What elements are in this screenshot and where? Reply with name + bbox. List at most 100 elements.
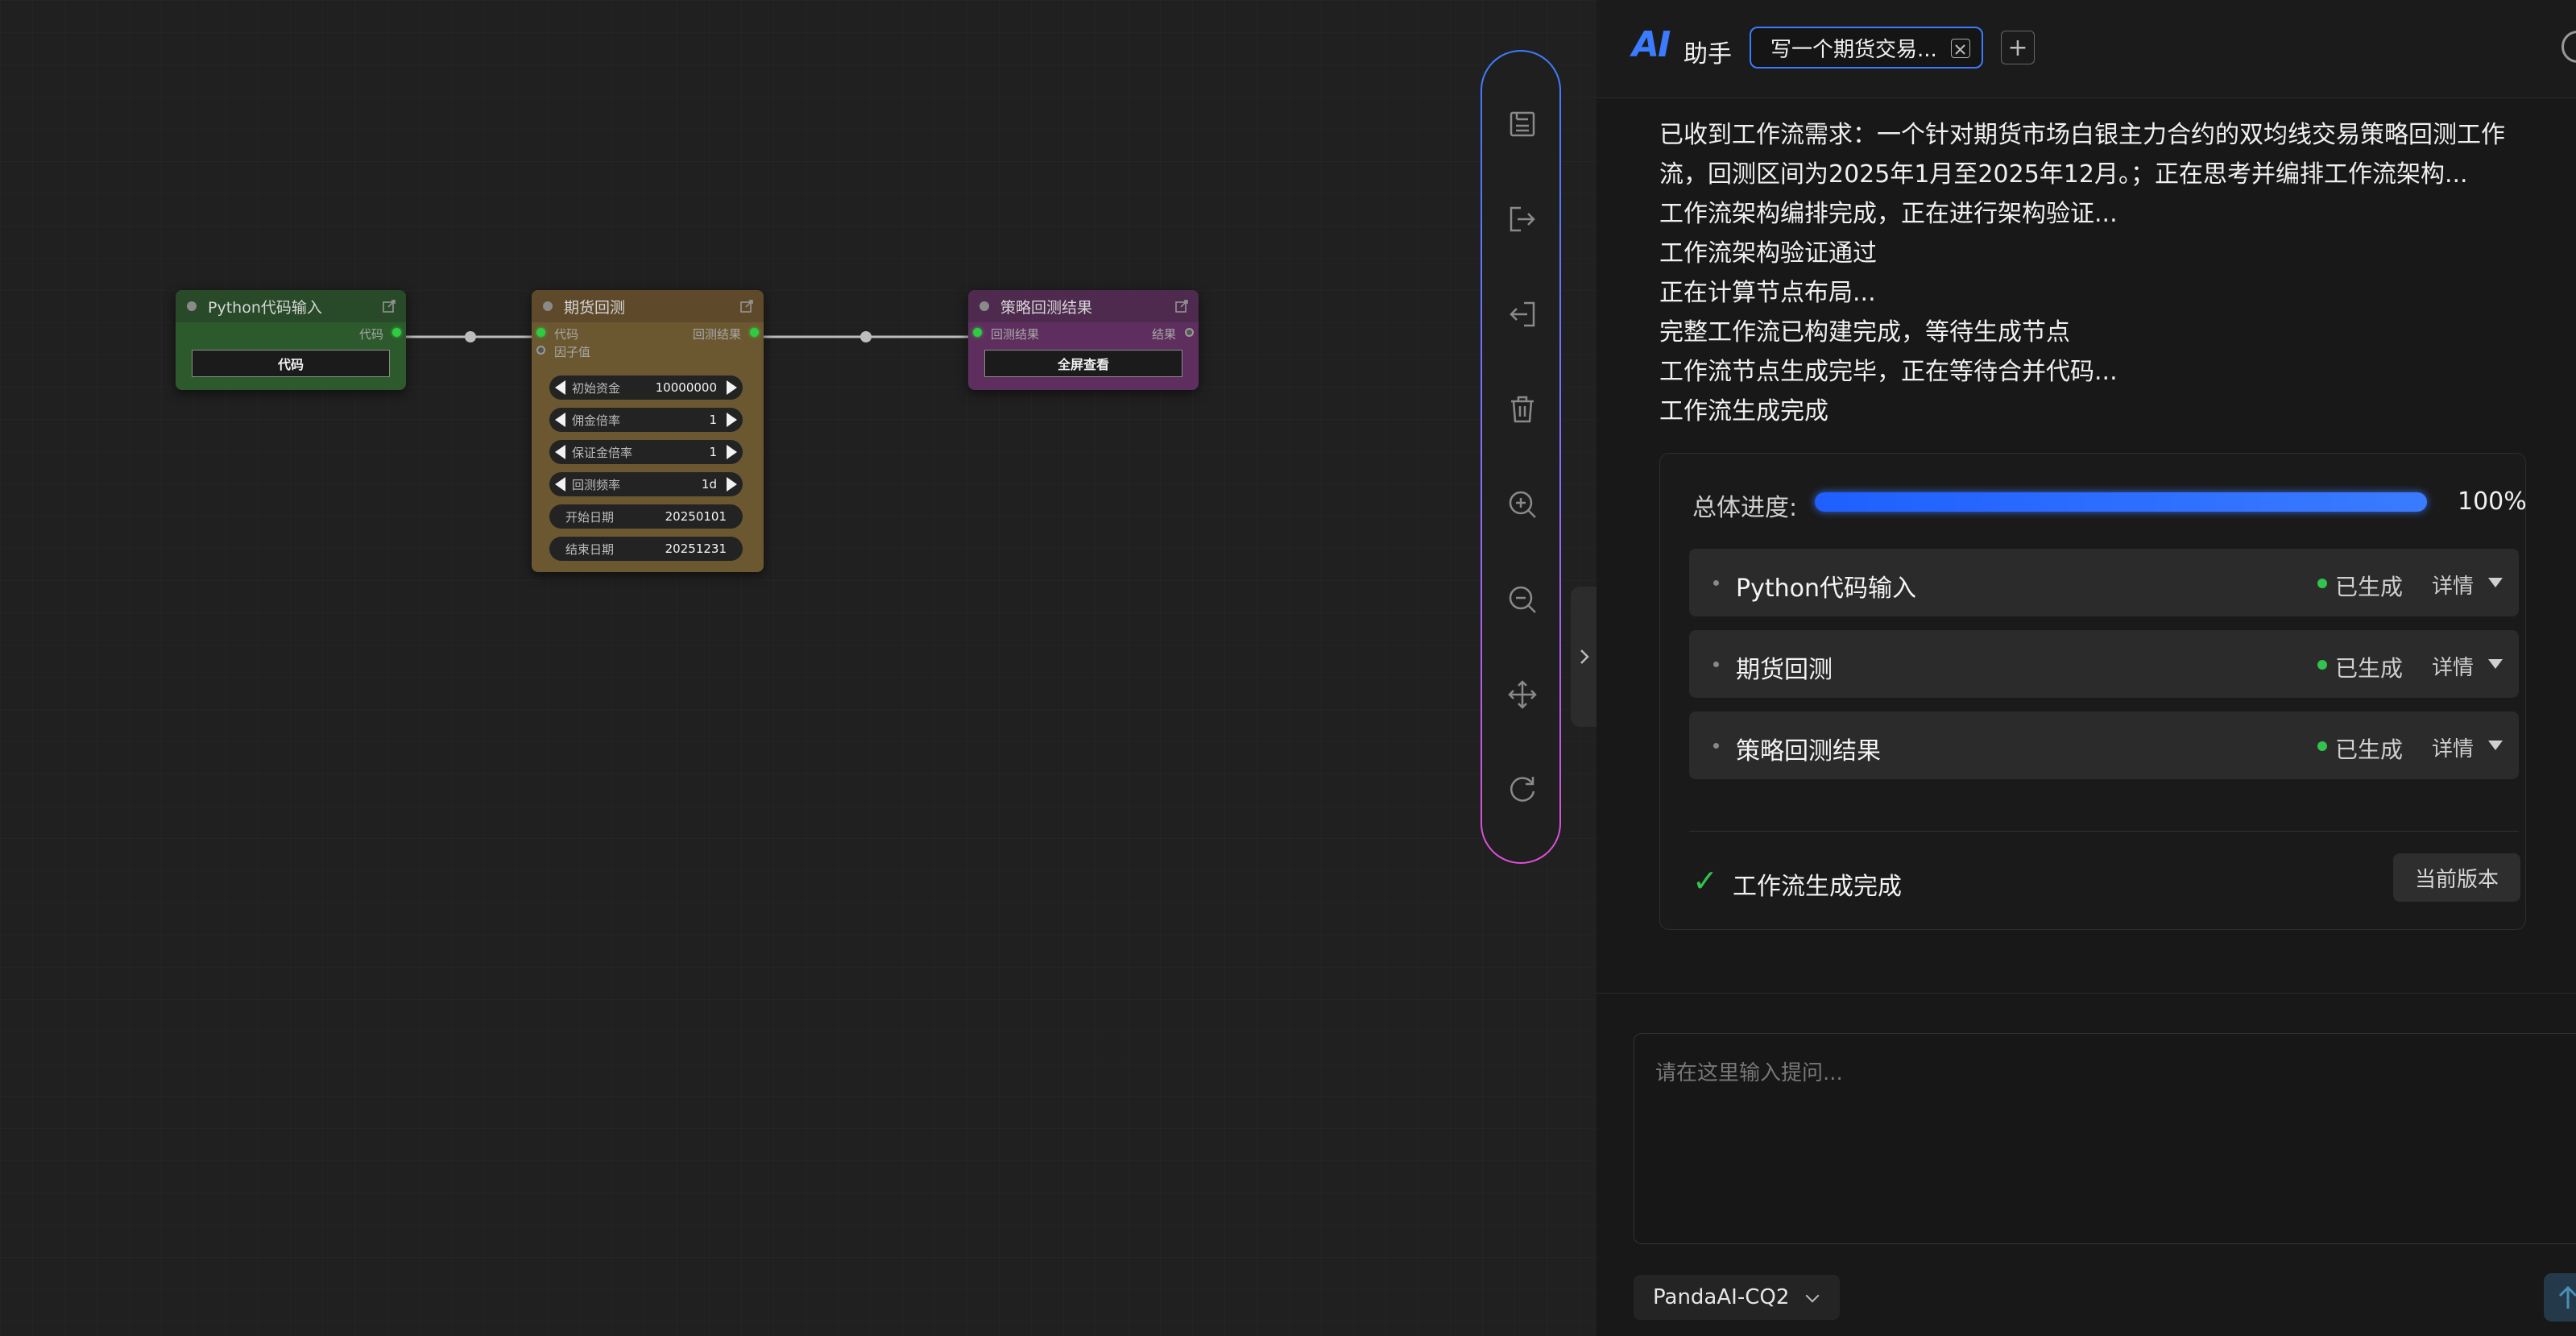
export-button[interactable] — [1503, 200, 1542, 239]
increment-arrow-icon[interactable] — [727, 445, 737, 459]
caret-down-icon[interactable] — [2488, 741, 2503, 750]
step-status: 已生成 — [2335, 736, 2404, 763]
step-name: Python代码输入 — [1736, 575, 1916, 603]
details-toggle[interactable]: 详情 — [2432, 651, 2474, 681]
node-title: Python代码输入 — [208, 298, 322, 317]
status-dot — [2317, 579, 2327, 588]
delete-button[interactable] — [1503, 390, 1542, 429]
chevron-down-icon — [1805, 1288, 1820, 1303]
widget-start-date[interactable]: 开始日期 20250101 — [549, 504, 743, 529]
export-icon — [1510, 206, 1535, 232]
connection-wires — [396, 331, 978, 342]
increment-arrow-icon[interactable] — [727, 413, 737, 427]
zoom-in-icon — [1509, 491, 1536, 518]
history-icon[interactable] — [2562, 31, 2576, 63]
step-row-futures-backtest[interactable]: 期货回测 已生成 详情 — [1689, 630, 2519, 698]
panel-collapse-toggle[interactable] — [1571, 587, 1598, 727]
model-name: PandaAI-CQ2 — [1653, 1285, 1790, 1309]
widget-value[interactable]: 1 — [709, 445, 717, 459]
model-select[interactable]: PandaAI-CQ2 — [1634, 1275, 1840, 1320]
save-button[interactable] — [1503, 105, 1542, 143]
close-icon[interactable] — [1951, 39, 1970, 58]
node-header[interactable]: Python代码输入 — [176, 290, 406, 322]
current-version-button[interactable]: 当前版本 — [2393, 853, 2520, 902]
widget-margin-multiplier[interactable]: 保证金倍率 1 — [549, 440, 743, 464]
prompt-input[interactable] — [1655, 1056, 2541, 1218]
code-button[interactable]: 代码 — [192, 350, 390, 377]
send-button[interactable] — [2544, 1273, 2576, 1321]
widget-label: 回测频率 — [572, 477, 621, 492]
step-row-strategy-result[interactable]: 策略回测结果 已生成 详情 — [1689, 712, 2519, 779]
details-toggle[interactable]: 详情 — [2432, 570, 2474, 600]
input-port[interactable] — [973, 328, 982, 337]
caret-down-icon[interactable] — [2488, 659, 2503, 669]
progress-percent: 100% — [2458, 488, 2527, 516]
chat-messages[interactable]: 已收到工作流需求：一个针对期货市场白银主力合约的双均线交易策略回测工作 流，回测… — [1597, 98, 2576, 985]
decrement-arrow-icon[interactable] — [555, 477, 565, 492]
decrement-arrow-icon[interactable] — [555, 413, 565, 427]
fullscreen-view-button[interactable]: 全屏查看 — [984, 350, 1182, 377]
edit-icon[interactable] — [739, 299, 754, 313]
widget-value[interactable]: 1 — [709, 413, 717, 427]
details-toggle[interactable]: 详情 — [2432, 732, 2474, 762]
zoom-in-button[interactable] — [1503, 485, 1542, 524]
bullet-icon — [1713, 743, 1719, 749]
import-button[interactable] — [1503, 295, 1542, 334]
decrement-arrow-icon[interactable] — [555, 380, 565, 395]
widget-value[interactable]: 20250101 — [665, 509, 727, 524]
input-port-label: 因子值 — [554, 345, 591, 359]
edit-icon[interactable] — [1174, 299, 1189, 313]
step-row-python-input[interactable]: Python代码输入 已生成 详情 — [1689, 549, 2519, 616]
increment-arrow-icon[interactable] — [727, 477, 737, 492]
step-status: 已生成 — [2335, 574, 2404, 600]
input-port-factor[interactable] — [536, 346, 545, 355]
widget-value[interactable]: 10000000 — [656, 380, 717, 395]
prompt-box[interactable] — [1634, 1033, 2576, 1244]
widget-value[interactable]: 1d — [702, 477, 717, 492]
chat-tab-active[interactable]: 写一个期货交易... — [1750, 27, 1983, 68]
node-strategy-result[interactable]: 策略回测结果 回测结果 结果 全屏查看 — [968, 290, 1199, 390]
widget-label: 佣金倍率 — [572, 413, 621, 428]
widget-value[interactable]: 20251231 — [665, 541, 727, 556]
move-button[interactable] — [1503, 675, 1542, 714]
output-port[interactable] — [1185, 328, 1194, 337]
refresh-button[interactable] — [1503, 770, 1542, 809]
widget-backtest-frequency[interactable]: 回测频率 1d — [549, 472, 743, 496]
edit-icon[interactable] — [382, 299, 396, 313]
widget-initial-capital[interactable]: 初始资金 10000000 — [549, 375, 743, 400]
widget-label: 开始日期 — [565, 509, 615, 525]
increment-arrow-icon[interactable] — [727, 380, 737, 395]
zoom-out-button[interactable] — [1503, 580, 1542, 619]
canvas-toolbar — [1481, 50, 1561, 864]
progress-label: 总体进度: — [1692, 494, 1798, 522]
send-icon — [2558, 1285, 2576, 1309]
node-futures-backtest[interactable]: 期货回测 代码 回测结果 因子值 初始资金 10000000 佣金倍率 1 保证… — [532, 290, 764, 572]
node-python-input[interactable]: Python代码输入 代码 代码 — [176, 290, 406, 390]
status-dot — [979, 301, 989, 311]
input-port-code[interactable] — [536, 328, 545, 337]
divider — [1597, 993, 2576, 994]
decrement-arrow-icon[interactable] — [555, 445, 565, 459]
output-port-label: 代码 — [358, 327, 383, 342]
output-port-row: 代码 — [176, 322, 406, 343]
ai-assistant-panel: 已收到工作流需求：一个针对期货市场白银主力合约的双均线交易策略回测工作 流，回测… — [1597, 0, 2576, 1336]
output-port[interactable] — [392, 328, 401, 337]
node-header[interactable]: 策略回测结果 — [968, 290, 1199, 322]
output-port[interactable] — [750, 328, 759, 337]
ai-panel-header: AI 助手 写一个期货交易... + — [1597, 0, 2576, 98]
progress-bar-fill — [1815, 492, 2427, 512]
widget-commission-multiplier[interactable]: 佣金倍率 1 — [549, 408, 743, 432]
completion-text: 工作流生成完成 — [1733, 873, 1902, 901]
node-header[interactable]: 期货回测 — [532, 290, 764, 322]
step-name: 期货回测 — [1736, 656, 1833, 684]
bullet-icon — [1713, 662, 1719, 667]
status-dot — [2317, 660, 2327, 670]
workflow-canvas[interactable]: Python代码输入 代码 代码 期货回测 代码 回测结果 因子值 初始资金 1… — [0, 0, 1598, 1336]
caret-down-icon[interactable] — [2488, 578, 2503, 587]
widget-end-date[interactable]: 结束日期 20251231 — [549, 537, 743, 561]
chat-message-line: 工作流架构验证通过 — [1659, 239, 1877, 268]
divider — [1689, 831, 2519, 832]
move-icon — [1508, 680, 1537, 709]
port-row: 回测结果 结果 — [968, 322, 1199, 343]
add-tab-button[interactable]: + — [2001, 31, 2035, 64]
